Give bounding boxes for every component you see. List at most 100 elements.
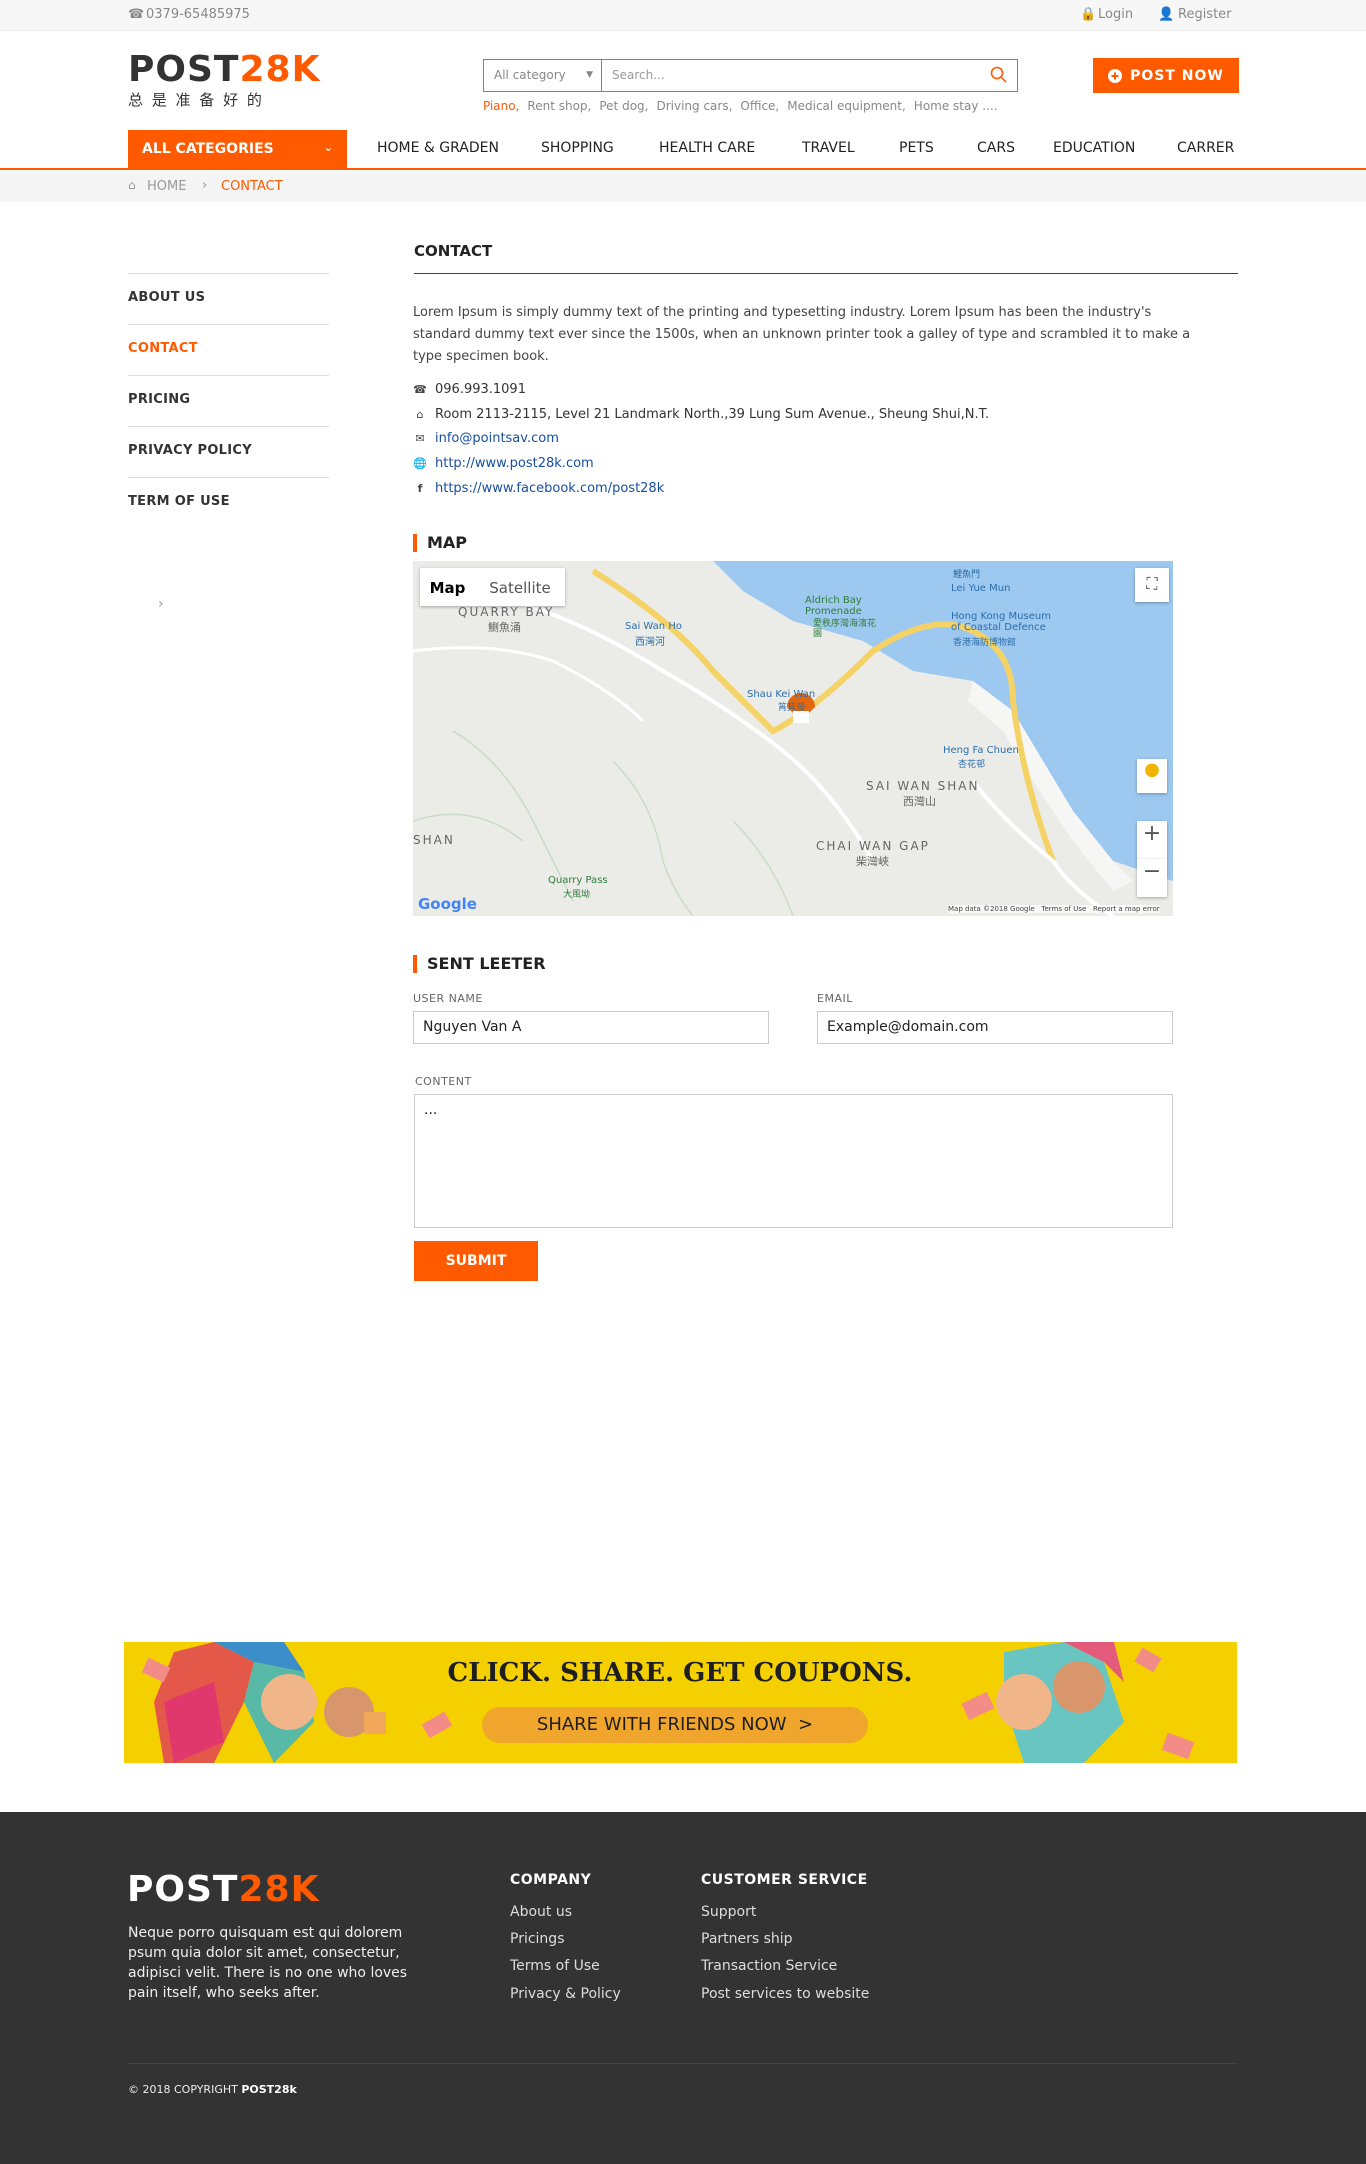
- contact-email-link[interactable]: info@pointsav.com: [435, 431, 559, 446]
- sidebar-item-privacy[interactable]: PRIVACY POLICY: [128, 426, 329, 477]
- tag-link[interactable]: Driving cars,: [656, 99, 732, 113]
- post-now-label: POST NOW: [1130, 67, 1224, 84]
- banner-cta-button[interactable]: SHARE WITH FRIENDS NOW >: [482, 1707, 868, 1743]
- map-tab-satellite[interactable]: Satellite: [475, 568, 565, 606]
- footer-link-pricings[interactable]: Pricings: [510, 1931, 564, 1947]
- map-label: 柴灣峽: [856, 855, 889, 868]
- tag-link[interactable]: Pet dog,: [599, 99, 648, 113]
- map-label: CHAI WAN GAP: [816, 839, 930, 853]
- breadcrumb-current: CONTACT: [221, 179, 283, 194]
- nav-item-cars[interactable]: CARS: [977, 140, 1015, 156]
- footer-logo-part2: 28K: [238, 1869, 320, 1910]
- top-phone: 0379-65485975: [146, 7, 250, 22]
- caret-down-icon: ▼: [586, 70, 593, 80]
- tag-link[interactable]: Piano,: [483, 99, 519, 113]
- footer-link-support[interactable]: Support: [701, 1904, 756, 1920]
- envelope-icon: ✉: [415, 432, 425, 445]
- map-label: 杏花邨: [958, 760, 986, 770]
- contact-facebook-link[interactable]: https://www.facebook.com/post28k: [435, 481, 664, 496]
- promo-banner[interactable]: CLICK. SHARE. GET COUPONS. SHARE WITH FR…: [124, 1642, 1237, 1763]
- search-icon[interactable]: [990, 66, 1008, 84]
- footer-divider: [128, 2063, 1238, 2064]
- submit-button[interactable]: SUBMIT: [414, 1241, 538, 1281]
- sidebar-item-pricing[interactable]: PRICING: [128, 375, 329, 426]
- tag-link[interactable]: Rent shop,: [527, 99, 591, 113]
- contact-address: Room 2113-2115, Level 21 Landmark North.…: [435, 407, 990, 422]
- category-select-value: All category: [494, 68, 566, 82]
- category-select[interactable]: All category ▼: [483, 59, 601, 92]
- chevron-down-icon: ⌄: [323, 141, 333, 154]
- user-name-label: USER NAME: [413, 992, 483, 1005]
- tag-link[interactable]: Medical equipment,: [787, 99, 906, 113]
- map-label: Hong Kong Museum of Coastal Defence: [951, 611, 1051, 633]
- map-type-control: Map Satellite: [420, 568, 565, 606]
- map-tab-map[interactable]: Map: [420, 568, 475, 606]
- footer-logo[interactable]: POST28K: [127, 1872, 319, 1908]
- logo-tagline: 总 是 准 备 好 的: [128, 91, 264, 109]
- contact-facebook-row: f https://www.facebook.com/post28k: [413, 481, 665, 496]
- user-name-input[interactable]: Nguyen Van A: [413, 1011, 769, 1044]
- nav-item-health-care[interactable]: HEALTH CARE: [659, 140, 755, 156]
- map-label: 西灣河: [635, 637, 665, 648]
- embedded-map[interactable]: Map Satellite ⛶ ● + − QUARRY BAY 鰂魚涌 Sai…: [413, 561, 1173, 916]
- map-label: 香港海防博物館: [953, 638, 1017, 648]
- map-label: SHAN: [413, 833, 455, 847]
- breadcrumb-home[interactable]: HOME: [147, 179, 186, 194]
- footer-logo-part1: POST: [127, 1869, 239, 1910]
- map-label: QUARRY BAY: [458, 605, 555, 619]
- logo-part2: 28K: [239, 49, 321, 90]
- footer-company-title: COMPANY: [510, 1872, 592, 1888]
- footer: POST28K Neque porro quisquam est qui dol…: [0, 1812, 1366, 2164]
- sidebar-item-terms[interactable]: TERM OF USE: [128, 477, 329, 528]
- pegman-icon[interactable]: ●: [1137, 759, 1167, 793]
- footer-link-partners[interactable]: Partners ship: [701, 1931, 793, 1947]
- breadcrumb: ⌂ HOME › CONTACT: [0, 171, 1366, 202]
- globe-icon: 🌐: [413, 457, 427, 470]
- footer-link-about[interactable]: About us: [510, 1904, 572, 1920]
- footer-link-transaction[interactable]: Transaction Service: [701, 1958, 837, 1974]
- map-heading: MAP: [413, 534, 467, 552]
- nav-item-home-garden[interactable]: HOME & GRADEN: [377, 140, 499, 156]
- top-bar: ☎ 0379-65485975 🔒 Login 👤 Register: [0, 0, 1366, 31]
- all-categories-button[interactable]: ALL CATEGORIES ⌄: [128, 130, 347, 170]
- map-label: Quarry Pass: [548, 875, 608, 886]
- contact-address-row: ⌂ Room 2113-2115, Level 21 Landmark North…: [413, 407, 990, 422]
- content-textarea[interactable]: ...: [414, 1094, 1173, 1228]
- contact-website-link[interactable]: http://www.post28k.com: [435, 456, 594, 471]
- sidebar-item-contact[interactable]: CONTACT: [128, 324, 329, 375]
- nav-item-carrer[interactable]: CARRER: [1177, 140, 1234, 156]
- page-title: CONTACT: [414, 242, 1238, 274]
- tag-link[interactable]: Home stay ....: [914, 99, 998, 113]
- map-label: 西灣山: [903, 795, 936, 808]
- register-link[interactable]: Register: [1178, 7, 1232, 22]
- email-input[interactable]: Example@domain.com: [817, 1011, 1173, 1044]
- map-label: Sai Wan Ho: [625, 621, 682, 632]
- fullscreen-icon[interactable]: ⛶: [1135, 568, 1169, 602]
- search-input[interactable]: Search...: [601, 59, 1018, 92]
- nav-item-pets[interactable]: PETS: [899, 140, 934, 156]
- popular-tags: Piano, Rent shop, Pet dog, Driving cars, Off…: [483, 99, 1006, 113]
- nav-item-education[interactable]: EDUCATION: [1053, 140, 1135, 156]
- footer-link-terms[interactable]: Terms of Use: [510, 1958, 600, 1974]
- login-link[interactable]: Login: [1098, 7, 1133, 22]
- chevron-right-icon[interactable]: ›: [158, 596, 164, 612]
- nav-item-travel[interactable]: TRAVEL: [802, 140, 855, 156]
- zoom-out-icon[interactable]: −: [1137, 859, 1167, 897]
- contact-email-row: ✉ info@pointsav.com: [413, 431, 559, 446]
- footer-link-post-services[interactable]: Post services to website: [701, 1986, 869, 2002]
- map-attribution[interactable]: Map data ©2018 Google Terms of Use Repor…: [948, 905, 1160, 913]
- logo[interactable]: POST28K: [128, 52, 320, 88]
- all-categories-label: ALL CATEGORIES: [142, 141, 274, 157]
- facebook-icon: f: [417, 482, 423, 495]
- tag-link[interactable]: Office,: [740, 99, 779, 113]
- footer-link-privacy[interactable]: Privacy & Policy: [510, 1986, 621, 2002]
- map-label: Shau Kei Wan: [747, 689, 816, 700]
- nav-item-shopping[interactable]: SHOPPING: [541, 140, 614, 156]
- banner-headline: CLICK. SHARE. GET COUPONS.: [447, 1658, 913, 1688]
- contact-phone: 096.993.1091: [435, 382, 526, 397]
- zoom-in-icon[interactable]: +: [1137, 821, 1167, 859]
- map-label: 愛秩序灣海濱花園: [813, 619, 877, 639]
- plus-circle-icon: [1108, 68, 1123, 83]
- post-now-button[interactable]: POST NOW: [1093, 58, 1239, 93]
- sidebar-item-about[interactable]: ABOUT US: [128, 273, 329, 324]
